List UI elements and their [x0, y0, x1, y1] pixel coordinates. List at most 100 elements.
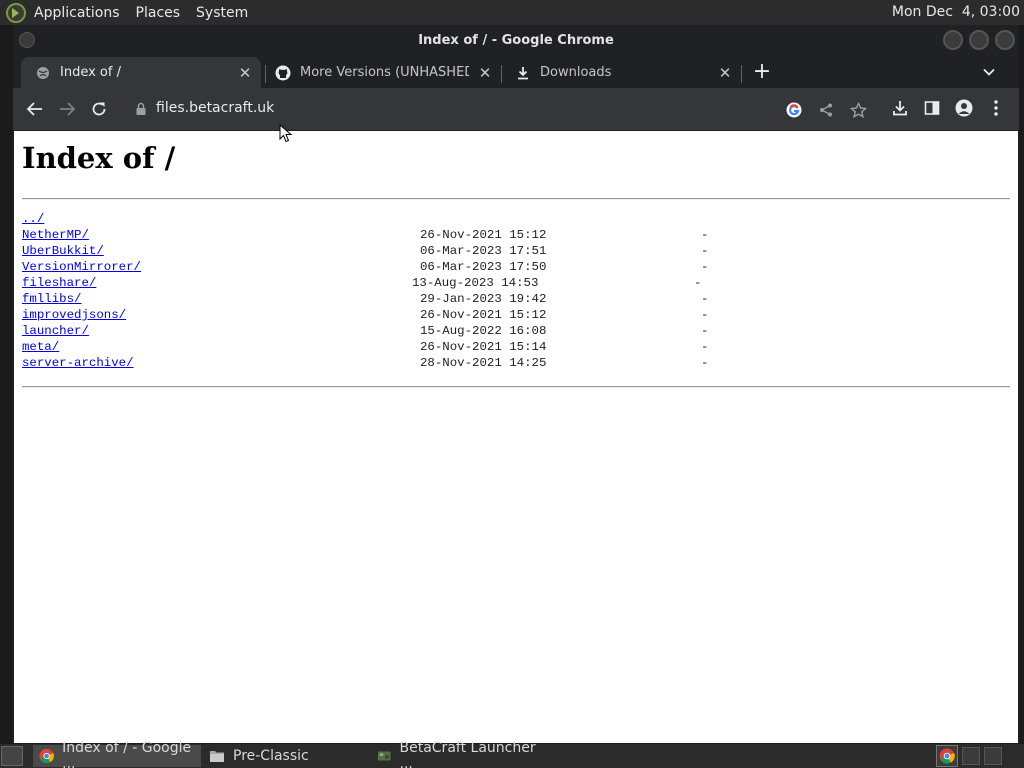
list-item: meta/ 26-Nov-2021 15:14 - — [22, 339, 922, 355]
new-tab-plus-icon[interactable]: + — [751, 61, 773, 84]
tab-more-versions[interactable]: More Versions (UNHASHED) · ✕ — [261, 57, 501, 88]
directory-listing: ../ NetherMP/ 26-Nov-2021 15:12 - UberBu… — [22, 211, 922, 371]
entry-date: 26-Nov-2021 15:14 — [420, 340, 547, 354]
entry-link[interactable]: fileshare/ — [22, 275, 96, 291]
entry-date: 28-Nov-2021 14:25 — [420, 356, 547, 370]
page-content: Index of / ../ NetherMP/ 26-Nov-2021 15:… — [14, 124, 1018, 743]
entry-size: - — [701, 244, 709, 258]
taskbar-item-label: Index of / - Google ... — [62, 740, 192, 768]
profile-avatar-icon[interactable] — [954, 98, 974, 118]
entry-link[interactable]: UberBukkit/ — [22, 243, 104, 259]
entry-link[interactable]: fmllibs/ — [22, 291, 82, 307]
tab-title: Index of / — [60, 65, 121, 80]
taskbar-item-label: BetaCraft Launcher ... — [399, 740, 536, 768]
taskbar-item-label: Pre-Classic — [233, 748, 309, 764]
reload-icon[interactable] — [87, 97, 111, 121]
list-item: VersionMirrorer/ 06-Mar-2023 17:50 - — [22, 259, 922, 275]
downloads-icon[interactable] — [890, 98, 910, 118]
entry-link[interactable]: NetherMP/ — [22, 227, 89, 243]
share-icon[interactable] — [817, 101, 835, 119]
back-arrow-icon[interactable] — [23, 97, 47, 121]
tab-index[interactable]: Index of / ✕ — [21, 57, 261, 88]
entry-date: 06-Mar-2023 17:50 — [420, 260, 547, 274]
google-lens-icon[interactable] — [785, 101, 803, 119]
entry-date: 15-Aug-2022 16:08 — [420, 324, 547, 338]
entry-date: 26-Nov-2021 15:12 — [420, 308, 547, 322]
top-panel: Applications Places System Mon Dec 4, 03… — [0, 0, 1024, 25]
mouse-cursor-icon — [279, 124, 293, 143]
kebab-menu-icon[interactable] — [986, 98, 1006, 118]
taskbar-item-chrome[interactable]: Index of / - Google ... — [33, 740, 201, 768]
minimize-button[interactable] — [943, 30, 963, 50]
close-icon[interactable]: ✕ — [477, 65, 493, 81]
tab-separator — [741, 65, 742, 83]
side-panel-icon[interactable] — [922, 98, 942, 118]
url-text: files.betacraft.uk — [156, 100, 275, 116]
taskbar-item-pre-classic[interactable]: Pre-Classic — [203, 745, 371, 767]
divider — [22, 386, 1010, 388]
list-item: launcher/ 15-Aug-2022 16:08 - — [22, 323, 922, 339]
list-item: server-archive/ 28-Nov-2021 14:25 - — [22, 355, 922, 371]
entry-date: 26-Nov-2021 15:12 — [420, 228, 547, 242]
system-menu[interactable]: System — [196, 5, 248, 21]
list-item: improvedjsons/ 26-Nov-2021 15:12 - — [22, 307, 922, 323]
chrome-window: Index of / - Google Chrome Index of / ✕ … — [13, 25, 1019, 743]
divider — [22, 198, 1010, 200]
globe-icon — [35, 65, 51, 81]
list-item: UberBukkit/ 06-Mar-2023 17:51 - — [22, 243, 922, 259]
list-item: fileshare/ 13-Aug-2023 14:53 - — [22, 275, 922, 291]
workspace-switcher-1[interactable] — [962, 747, 980, 765]
maximize-button[interactable] — [969, 30, 989, 50]
entry-size: - — [701, 356, 709, 370]
chrome-icon — [39, 748, 54, 764]
tab-title: More Versions (UNHASHED) · — [300, 65, 469, 80]
entry-size: - — [701, 308, 709, 322]
entry-size: - — [694, 276, 702, 290]
chevron-down-icon[interactable] — [981, 64, 997, 80]
distro-logo-icon[interactable] — [5, 2, 27, 24]
parent-directory-link[interactable]: ../ — [22, 211, 44, 227]
workspace-switcher-2[interactable] — [984, 747, 1002, 765]
tab-downloads[interactable]: Downloads ✕ — [501, 57, 741, 88]
window-menu-button[interactable] — [19, 32, 35, 48]
entry-date: 06-Mar-2023 17:51 — [420, 244, 547, 258]
entry-link[interactable]: VersionMirrorer/ — [22, 259, 141, 275]
toolbar: files.betacraft.uk — [13, 88, 1019, 130]
entry-size: - — [701, 228, 709, 242]
betacraft-icon — [377, 751, 391, 761]
entry-size: - — [701, 260, 709, 274]
tray-chrome-icon[interactable] — [936, 745, 958, 767]
entry-link[interactable]: server-archive/ — [22, 355, 134, 371]
entry-link[interactable]: improvedjsons/ — [22, 307, 126, 323]
clock[interactable]: Mon Dec 4, 03:00 — [892, 4, 1020, 20]
show-desktop-button[interactable] — [1, 746, 23, 766]
tab-title: Downloads — [540, 65, 612, 80]
list-item: NetherMP/ 26-Nov-2021 15:12 - — [22, 227, 922, 243]
close-icon[interactable]: ✕ — [717, 65, 733, 81]
taskbar: Index of / - Google ... Pre-Classic Beta… — [0, 740, 1024, 768]
list-item: fmllibs/ 29-Jan-2023 19:42 - — [22, 291, 922, 307]
title-bar[interactable]: Index of / - Google Chrome — [13, 25, 1019, 55]
github-icon — [275, 65, 291, 81]
entry-link[interactable]: launcher/ — [22, 323, 89, 339]
bookmark-star-icon[interactable] — [849, 101, 867, 119]
lock-icon[interactable] — [135, 102, 147, 116]
download-icon — [515, 65, 531, 81]
page-title: Index of / — [22, 141, 176, 175]
address-bar[interactable]: files.betacraft.uk — [125, 94, 895, 124]
places-menu[interactable]: Places — [136, 5, 181, 21]
folder-icon — [210, 751, 224, 762]
entry-size: - — [701, 340, 709, 354]
tab-strip: Index of / ✕ More Versions (UNHASHED) · … — [13, 55, 1019, 88]
window-title: Index of / - Google Chrome — [418, 32, 614, 48]
entry-link[interactable]: meta/ — [22, 339, 59, 355]
close-icon[interactable]: ✕ — [237, 65, 253, 81]
taskbar-item-betacraft[interactable]: BetaCraft Launcher ... — [371, 740, 539, 768]
entry-date: 29-Jan-2023 19:42 — [420, 292, 547, 306]
entry-size: - — [701, 292, 709, 306]
entry-size: - — [701, 324, 709, 338]
entry-date: 13-Aug-2023 14:53 — [412, 276, 539, 290]
applications-menu[interactable]: Applications — [34, 5, 120, 21]
forward-arrow-icon[interactable] — [55, 97, 79, 121]
close-window-button[interactable] — [995, 30, 1015, 50]
